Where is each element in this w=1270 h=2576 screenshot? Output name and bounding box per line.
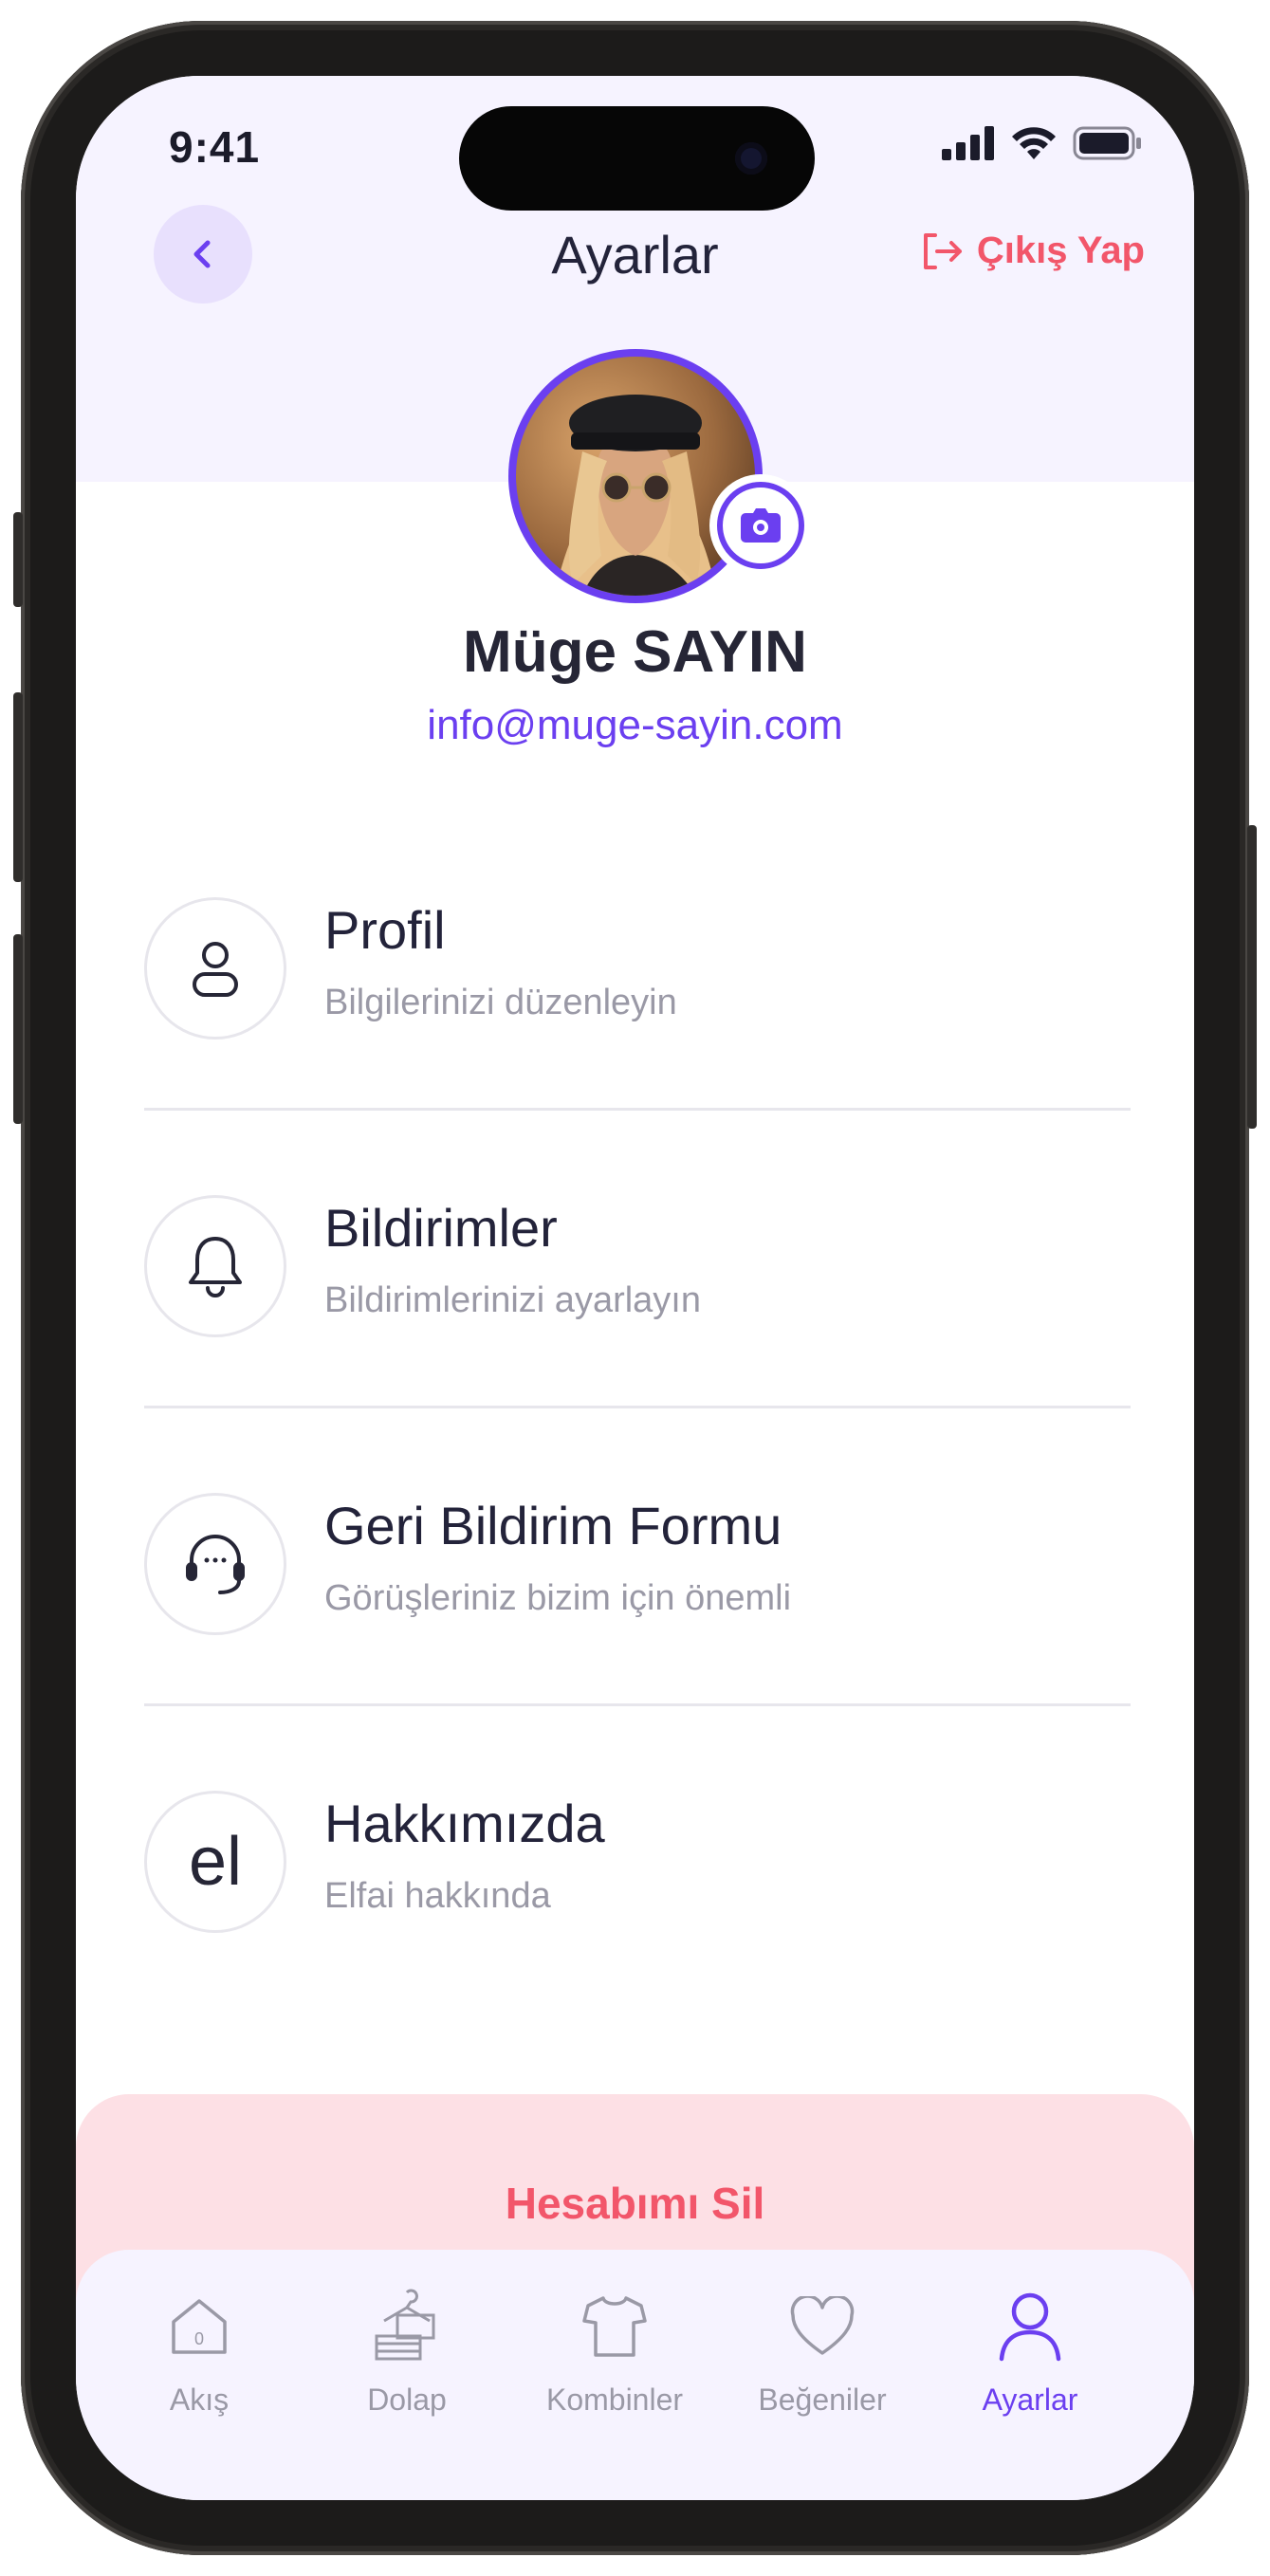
divider bbox=[144, 1108, 1131, 1111]
change-photo-button[interactable] bbox=[709, 474, 812, 577]
status-time: 9:41 bbox=[169, 122, 261, 172]
menu-title: Geri Bildirim Formu bbox=[324, 1496, 782, 1555]
menu-item-about[interactable]: el Hakkımızda Elfai hakkında bbox=[144, 1755, 1131, 1954]
menu-title: Bildirimler bbox=[324, 1198, 558, 1258]
heart-icon bbox=[790, 2296, 855, 2355]
home-icon: 0 bbox=[172, 2299, 227, 2354]
profile-email: info@muge-sayin.com bbox=[427, 702, 843, 748]
menu-subtitle: Bildirimlerinizi ayarlayın bbox=[324, 1280, 701, 1320]
profile-name: Müge SAYIN bbox=[463, 619, 807, 685]
avatar-ring bbox=[508, 349, 763, 603]
home-badge: 0 bbox=[194, 2329, 204, 2348]
menu-title: Hakkımızda bbox=[324, 1794, 605, 1853]
menu-item-notifications[interactable]: Bildirimler Bildirimlerinizi ayarlayın bbox=[144, 1159, 1131, 1358]
wardrobe-icon bbox=[375, 2289, 435, 2361]
tab-label: Kombinler bbox=[545, 2383, 684, 2417]
menu-item-feedback[interactable]: Geri Bildirim Formu Görüşleriniz bizim i… bbox=[144, 1457, 1131, 1656]
logout-icon bbox=[923, 232, 962, 269]
tab-label: Akış bbox=[169, 2383, 230, 2417]
volume-down-button bbox=[13, 934, 23, 1124]
el-logo-text: el bbox=[188, 1824, 243, 1900]
tab-label: Dolap bbox=[367, 2383, 447, 2417]
tab-label: Ayarlar bbox=[982, 2383, 1078, 2417]
divider bbox=[144, 1703, 1131, 1706]
menu-subtitle: Elfai hakkında bbox=[324, 1876, 551, 1916]
headset-icon bbox=[144, 1493, 286, 1635]
action-button bbox=[13, 512, 23, 607]
signal-icon bbox=[942, 126, 994, 160]
user-icon bbox=[144, 897, 286, 1040]
tab-kombinler[interactable]: Kombinler bbox=[510, 2284, 719, 2418]
el-logo: el bbox=[144, 1791, 286, 1933]
app-screen: 9:41 Ayarlar Çıkış Yap Müge SAYIN info@m… bbox=[76, 76, 1194, 2500]
menu-item-profile[interactable]: Profil Bilgilerinizi düzenleyin bbox=[144, 861, 1131, 1060]
logout-label: Çıkış Yap bbox=[976, 230, 1145, 271]
tshirt-icon bbox=[582, 2296, 647, 2357]
menu-subtitle: Bilgilerinizi düzenleyin bbox=[324, 983, 677, 1022]
battery-icon bbox=[1073, 126, 1141, 160]
menu-subtitle: Görüşleriniz bizim için önemli bbox=[324, 1578, 792, 1618]
tab-begeniler[interactable]: Beğeniler bbox=[718, 2284, 927, 2418]
volume-up-button bbox=[13, 692, 23, 882]
front-camera bbox=[735, 142, 767, 175]
dynamic-island bbox=[459, 106, 815, 211]
delete-account-label: Hesabımı Sil bbox=[505, 2179, 765, 2228]
logout-button[interactable]: Çıkış Yap bbox=[920, 230, 1145, 272]
tab-label: Beğeniler bbox=[758, 2383, 887, 2417]
camera-icon bbox=[741, 508, 781, 543]
divider bbox=[144, 1406, 1131, 1408]
tab-ayarlar[interactable]: Ayarlar bbox=[926, 2284, 1134, 2418]
bell-icon bbox=[144, 1195, 286, 1337]
tab-akis[interactable]: 0 Akış bbox=[95, 2284, 304, 2418]
user-icon bbox=[999, 2292, 1061, 2362]
wifi-icon bbox=[1012, 127, 1056, 159]
menu-title: Profil bbox=[324, 900, 446, 960]
status-icons bbox=[942, 125, 1143, 161]
tab-dolap[interactable]: Dolap bbox=[303, 2284, 511, 2418]
power-button bbox=[1247, 825, 1257, 1129]
avatar bbox=[516, 357, 755, 596]
tab-bar: 0 Akış Dolap Kombinler Beğeniler Ayarlar bbox=[76, 2250, 1194, 2500]
